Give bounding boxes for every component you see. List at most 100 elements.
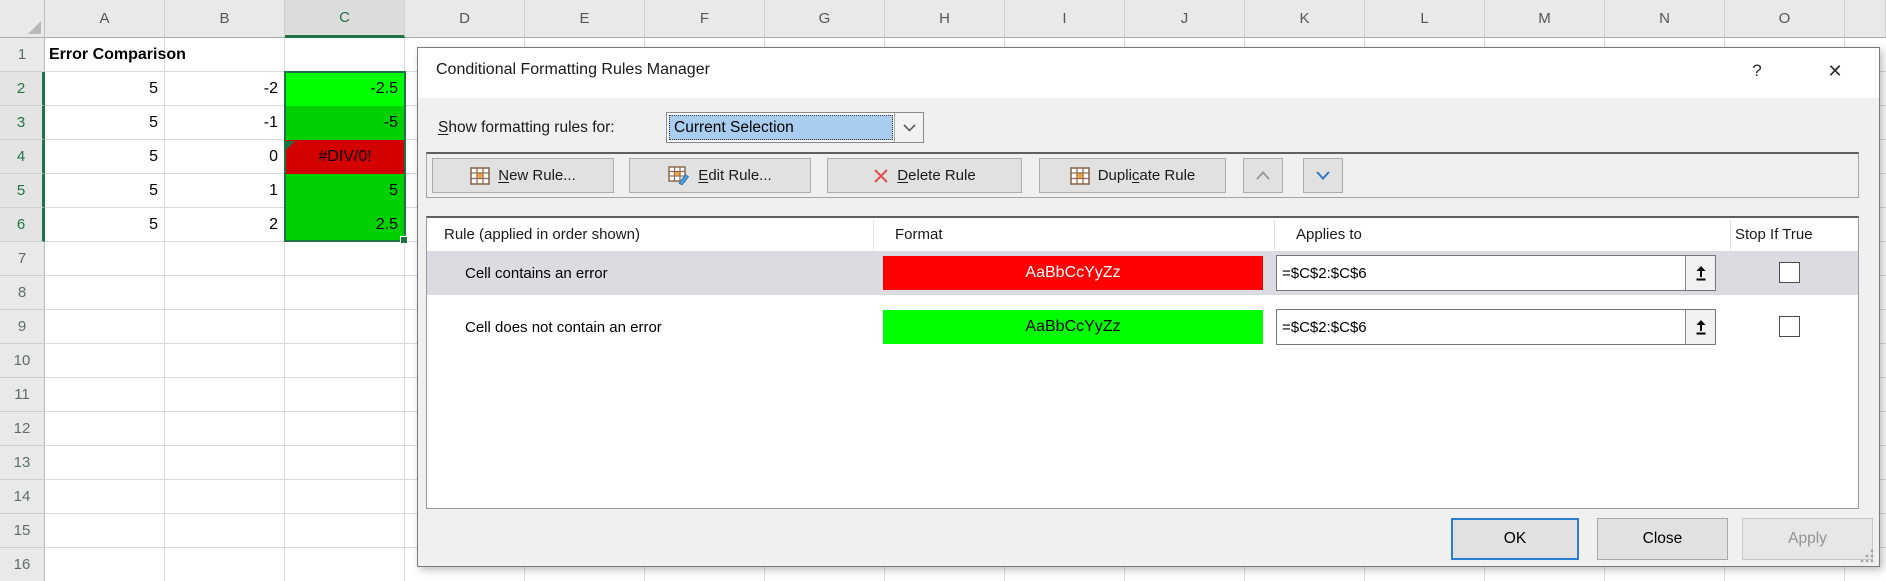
applies-to-input[interactable]: =$C$2:$C$6 (1276, 309, 1716, 345)
rule-row-selected[interactable]: Cell contains an error AaBbCcYyZz =$C$2:… (427, 251, 1858, 295)
close-button[interactable]: Close (1597, 518, 1728, 560)
cell-a3[interactable]: 5 (45, 106, 165, 140)
row-header-13[interactable]: 13 (0, 446, 45, 480)
applies-to-input[interactable]: =$C$2:$C$6 (1276, 255, 1716, 291)
applies-to-value: =$C$2:$C$6 (1282, 256, 1367, 290)
format-preview-swatch-red[interactable]: AaBbCcYyZz (883, 256, 1263, 290)
cell-a5[interactable]: 5 (45, 174, 165, 208)
list-header-rule: Rule (applied in order shown) (444, 226, 640, 243)
edit-rule-button[interactable]: Edit Rule... (629, 158, 811, 193)
row-header-15[interactable]: 15 (0, 514, 45, 548)
column-header-h[interactable]: H (885, 0, 1005, 38)
chevron-down-icon (903, 124, 916, 132)
column-header-c[interactable]: C (285, 0, 405, 38)
cell-b2[interactable]: -2 (165, 72, 285, 106)
new-rule-label: New Rule... (498, 167, 576, 184)
column-header-f[interactable]: F (645, 0, 765, 38)
column-header-partial[interactable] (1845, 0, 1886, 38)
new-rule-button[interactable]: New Rule... (432, 158, 614, 193)
column-header-g[interactable]: G (765, 0, 885, 38)
close-icon[interactable]: ✕ (1818, 54, 1852, 88)
duplicate-rule-grid-icon (1070, 167, 1090, 185)
collapse-dialog-range-button[interactable] (1685, 256, 1715, 290)
column-header-b[interactable]: B (165, 0, 285, 38)
edit-rule-pencil-icon (668, 166, 690, 185)
row-header-10[interactable]: 10 (0, 344, 45, 378)
duplicate-rule-button[interactable]: Duplicate Rule (1039, 158, 1226, 193)
row-header-16[interactable]: 16 (0, 548, 45, 581)
delete-rule-label: Delete Rule (897, 167, 975, 184)
rule-row[interactable]: Cell does not contain an error AaBbCcYyZ… (427, 305, 1858, 349)
list-header-format: Format (895, 226, 943, 243)
row-header-7[interactable]: 7 (0, 242, 45, 276)
cell-a4[interactable]: 5 (45, 140, 165, 174)
list-header-stop-if-true: Stop If True (1735, 226, 1813, 243)
row-header-1[interactable]: 1 (0, 38, 45, 72)
rule-name: Cell contains an error (465, 251, 608, 295)
column-header-j[interactable]: J (1125, 0, 1245, 38)
stop-if-true-checkbox[interactable] (1779, 316, 1800, 337)
resize-grip[interactable] (1859, 548, 1875, 564)
delete-rule-button[interactable]: Delete Rule (827, 158, 1022, 193)
row-header-9[interactable]: 9 (0, 310, 45, 344)
row-header-4[interactable]: 4 (0, 140, 45, 174)
column-divider (1730, 220, 1731, 250)
scope-dropdown[interactable]: Current Selection (666, 112, 924, 143)
cell-b4[interactable]: 0 (165, 140, 285, 174)
chevron-up-icon (1256, 171, 1270, 180)
dialog-title: Conditional Formatting Rules Manager (436, 61, 710, 79)
fill-handle[interactable] (400, 236, 408, 244)
cell-b5[interactable]: 1 (165, 174, 285, 208)
column-headers: A B C D E F G H I J K L M N O (45, 0, 1886, 38)
column-header-m[interactable]: M (1485, 0, 1605, 38)
show-formatting-rules-label: Show formatting rules for: (438, 119, 615, 137)
format-preview-swatch-green[interactable]: AaBbCcYyZz (883, 310, 1263, 344)
column-header-i[interactable]: I (1005, 0, 1125, 38)
column-header-o[interactable]: O (1725, 0, 1845, 38)
list-header-applies: Applies to (1296, 226, 1362, 243)
row-header-5[interactable]: 5 (0, 174, 45, 208)
resize-grip-dots-icon (1859, 548, 1875, 564)
rule-name: Cell does not contain an error (465, 305, 662, 349)
duplicate-rule-label: Duplicate Rule (1098, 167, 1196, 184)
cell-a1-title[interactable]: Error Comparison (49, 38, 186, 72)
show-label-accelerator: S (438, 119, 448, 136)
row-header-11[interactable]: 11 (0, 378, 45, 412)
row-header-2[interactable]: 2 (0, 72, 45, 106)
cell-a2[interactable]: 5 (45, 72, 165, 106)
row-headers: 1 2 3 4 5 6 7 8 9 10 11 12 13 14 15 16 (0, 38, 45, 581)
show-label-rest: how formatting rules for: (448, 119, 614, 136)
excel-window: A B C D E F G H I J K L M N O 1 2 3 4 5 … (0, 0, 1886, 581)
column-divider (1274, 220, 1275, 250)
column-header-a[interactable]: A (45, 0, 165, 38)
collapse-dialog-range-button[interactable] (1685, 310, 1715, 344)
new-rule-grid-icon (470, 167, 490, 185)
row-header-3[interactable]: 3 (0, 106, 45, 140)
row-header-14[interactable]: 14 (0, 480, 45, 514)
row-header-8[interactable]: 8 (0, 276, 45, 310)
column-header-n[interactable]: N (1605, 0, 1725, 38)
cell-a6[interactable]: 5 (45, 208, 165, 242)
arrow-up-from-bar-icon (1694, 320, 1708, 335)
apply-button-disabled: Apply (1742, 518, 1873, 560)
cell-b3[interactable]: -1 (165, 106, 285, 140)
column-header-e[interactable]: E (525, 0, 645, 38)
help-button[interactable]: ? (1740, 54, 1774, 88)
rules-list: Rule (applied in order shown) Format App… (426, 216, 1859, 509)
dropdown-chevron-button[interactable] (894, 113, 923, 142)
row-header-12[interactable]: 12 (0, 412, 45, 446)
move-rule-down-button[interactable] (1303, 158, 1343, 193)
stop-if-true-checkbox[interactable] (1779, 262, 1800, 283)
column-header-d[interactable]: D (405, 0, 525, 38)
arrow-up-from-bar-icon (1694, 266, 1708, 281)
select-all-triangle-icon (28, 21, 41, 34)
scope-dropdown-value: Current Selection (669, 115, 893, 140)
cell-b6[interactable]: 2 (165, 208, 285, 242)
applies-to-value: =$C$2:$C$6 (1282, 310, 1367, 344)
ok-button[interactable]: OK (1451, 518, 1579, 560)
column-header-l[interactable]: L (1365, 0, 1485, 38)
move-rule-up-button[interactable] (1243, 158, 1283, 193)
select-all-corner[interactable] (0, 0, 45, 38)
column-header-k[interactable]: K (1245, 0, 1365, 38)
row-header-6[interactable]: 6 (0, 208, 45, 242)
